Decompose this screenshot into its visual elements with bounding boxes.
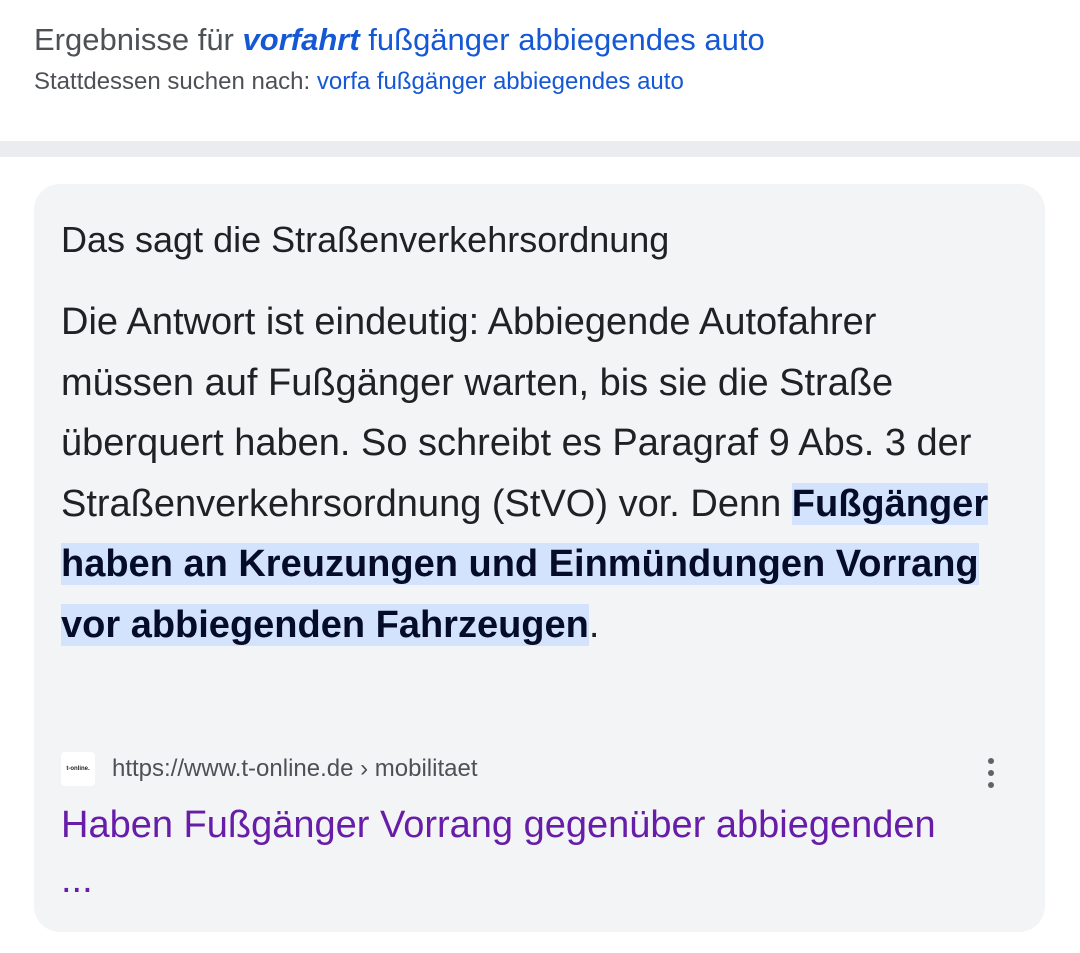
more-dot bbox=[988, 782, 994, 788]
snippet-heading: Das sagt die Straßenverkehrsordnung bbox=[61, 219, 670, 260]
snippet-text: Die Antwort ist eindeutig: Abbiegende Au… bbox=[61, 292, 1011, 655]
more-dot bbox=[988, 758, 994, 764]
source-url[interactable]: https://www.t-online.de › mobilitaet bbox=[112, 750, 478, 788]
featured-snippet-card: Das sagt die Straßenverkehrsordnung Die … bbox=[34, 184, 1045, 932]
source-row[interactable]: t-online. https://www.t-online.de › mobi… bbox=[61, 750, 1021, 790]
site-favicon-icon: t-online. bbox=[61, 752, 95, 786]
results-for-line: Ergebnisse für vorfahrt fußgänger abbieg… bbox=[34, 18, 1054, 62]
corrected-query-link[interactable]: vorfahrt fußgänger abbiegendes auto bbox=[243, 22, 765, 57]
search-instead-link[interactable]: vorfa fußgänger abbiegendes auto bbox=[317, 68, 684, 95]
more-dot bbox=[988, 770, 994, 776]
more-vert-icon[interactable] bbox=[979, 758, 1003, 790]
results-for-label: Ergebnisse für bbox=[34, 22, 234, 57]
snippet-text-end: . bbox=[588, 603, 600, 646]
query-rest[interactable]: fußgänger abbiegendes auto bbox=[368, 22, 764, 57]
search-instead-line: Stattdessen suchen nach: vorfa fußgänger… bbox=[34, 62, 1054, 102]
spelling-correction: Ergebnisse für vorfahrt fußgänger abbieg… bbox=[34, 18, 1054, 102]
corrected-term[interactable]: vorfahrt bbox=[243, 22, 360, 57]
section-divider bbox=[0, 141, 1080, 157]
result-title-link[interactable]: Haben Fußgänger Vorrang gegenüber abbieg… bbox=[61, 798, 961, 908]
search-instead-label: Stattdessen suchen nach: bbox=[34, 68, 311, 95]
